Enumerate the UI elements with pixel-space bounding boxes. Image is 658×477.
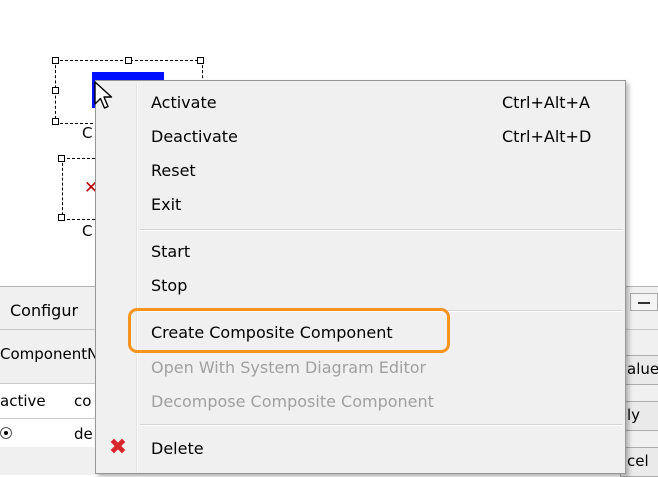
resize-handle[interactable] [52,57,59,64]
menu-item-stop[interactable]: Stop [98,268,623,302]
menu-item-reset[interactable]: Reset [98,153,623,187]
resize-handle[interactable] [52,87,59,94]
menu-item-label: Stop [151,276,188,295]
menu-item-label: Decompose Composite Component [151,392,434,411]
resize-handle[interactable] [58,214,65,221]
component-label: C [82,222,93,240]
menu-separator [140,424,623,426]
menu-item-shortcut: Ctrl+Alt+D [502,127,592,146]
menu-item-label: Start [151,242,191,261]
menu-item-decompose-composite: Decompose Composite Component [98,384,623,418]
menu-item-label: Deactivate [151,127,238,146]
column-header-active[interactable]: active [0,392,46,410]
menu-item-label: Open With System Diagram Editor [151,358,427,377]
tab-configuration[interactable]: Configur [0,295,110,329]
highlight-outline [128,308,450,353]
value-button-label: alue [627,360,658,378]
active-radio[interactable] [0,427,12,439]
resize-handle[interactable] [197,57,204,64]
cancel-button-label: cel [627,452,649,470]
resize-handle[interactable] [125,57,132,64]
menu-item-open-system-diagram-editor: Open With System Diagram Editor [98,350,623,384]
resize-handle[interactable] [52,118,59,125]
component-name-label: ComponentN [0,345,99,363]
table-row[interactable]: de [0,419,100,447]
menu-separator [140,229,623,231]
minimize-icon[interactable] [630,293,658,311]
apply-button-label: ly [627,406,641,424]
menu-item-shortcut: Ctrl+Alt+A [502,93,590,112]
menu-item-activate[interactable]: Activate Ctrl+Alt+A [98,85,623,119]
menu-item-deactivate[interactable]: Deactivate Ctrl+Alt+D [98,119,623,153]
config-name-cell[interactable]: de [74,425,93,443]
menu-item-label: Exit [151,195,182,214]
delete-x-icon: ✖ [108,435,128,460]
table-header: active co [0,383,100,419]
column-header-name[interactable]: co [74,392,91,410]
menu-item-start[interactable]: Start [98,234,623,268]
menu-item-label: Activate [151,93,217,112]
menu-item-label: Delete [151,439,204,458]
menu-item-exit[interactable]: Exit [98,187,623,221]
mouse-pointer-icon [94,81,113,109]
menu-item-delete[interactable]: ✖ Delete [98,431,623,465]
resize-handle[interactable] [58,155,65,162]
component-label: C [82,124,93,142]
menu-item-label: Reset [151,161,196,180]
context-menu: Activate Ctrl+Alt+A Deactivate Ctrl+Alt+… [95,80,626,474]
